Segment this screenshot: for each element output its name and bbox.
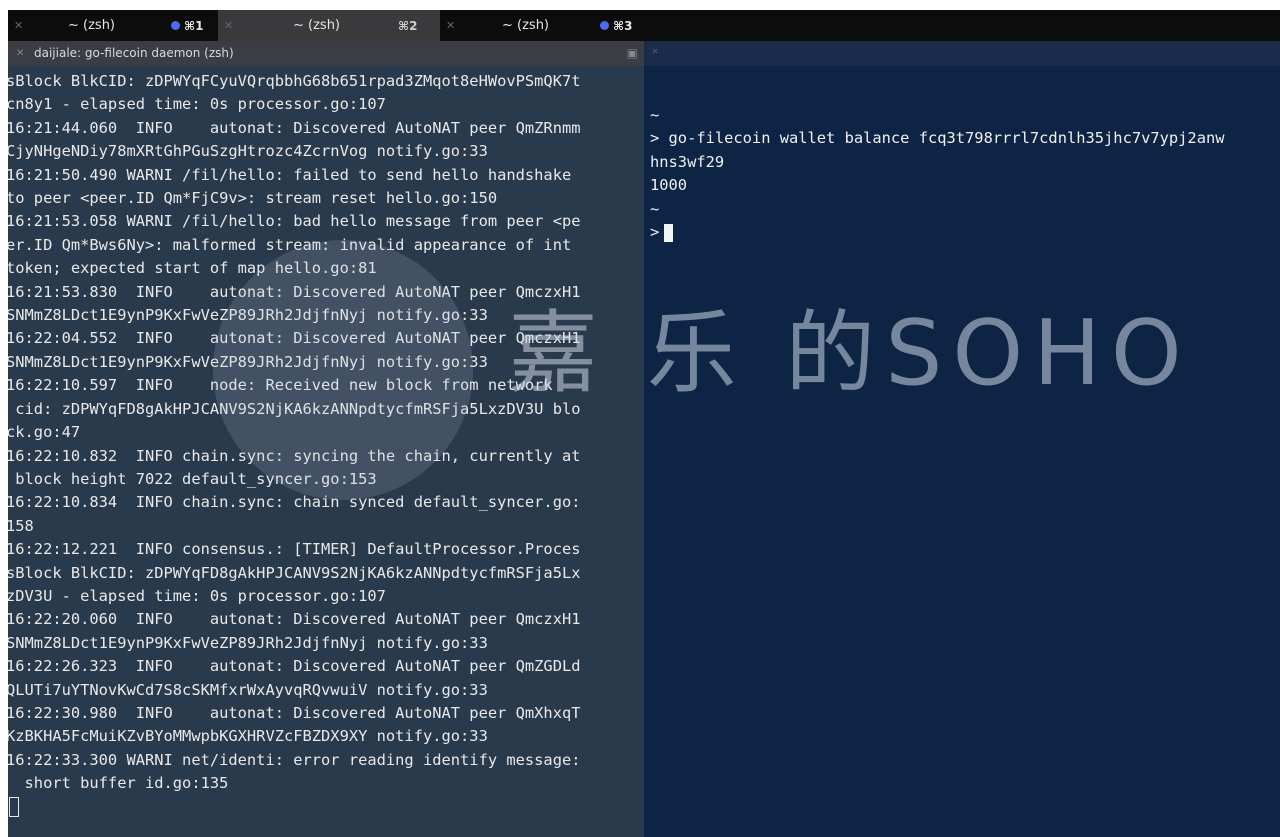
pane-title: daijiale: go-filecoin daemon (zsh) bbox=[34, 46, 234, 60]
output-line: hns3wf29 bbox=[650, 152, 725, 171]
shell-output: ~ > go-filecoin wallet balance fcq3t798r… bbox=[650, 104, 1225, 244]
prompt-line[interactable]: > bbox=[650, 221, 1225, 244]
prompt-symbol: > bbox=[650, 223, 660, 242]
log-line: KzBKHA5FcMuiKZvBYoMMwpbKGXHRVZcFBZDX9XY … bbox=[8, 727, 488, 746]
log-line: cn8y1 - elapsed time: 0s processor.go:10… bbox=[8, 95, 386, 114]
log-output: sBlock BlkCID: zDPWYqFCyuVQrqbbhG68b651r… bbox=[8, 70, 581, 819]
log-line: CjyNHgeNDiy78mXRtGhPGuSzgHtrozc4ZcrnVog … bbox=[8, 142, 488, 161]
activity-dot-icon bbox=[600, 21, 609, 30]
log-line: SNMmZ8LDct1E9ynP9KxFwVeZP89JRh2JdjfnNyj … bbox=[8, 306, 488, 325]
tab-title: ~ (zsh) bbox=[68, 18, 116, 33]
log-line: SNMmZ8LDct1E9ynP9KxFwVeZP89JRh2JdjfnNyj … bbox=[8, 633, 488, 652]
tab-title: ~ (zsh) bbox=[293, 18, 341, 33]
log-line: 158 bbox=[8, 516, 34, 535]
text-cursor bbox=[9, 797, 19, 818]
log-line: 16:22:30.980 INFO autonat: Discovered Au… bbox=[8, 703, 581, 722]
cursor-line bbox=[8, 796, 581, 819]
close-icon[interactable]: ✕ bbox=[16, 41, 24, 66]
log-line: 16:22:33.300 WARNI net/identi: error rea… bbox=[8, 750, 581, 769]
close-icon[interactable]: ✕ bbox=[224, 19, 233, 32]
tab-2[interactable]: ✕ ~ (zsh) ⌘2 bbox=[218, 10, 440, 41]
log-line: block height 7022 default_syncer.go:153 bbox=[8, 469, 377, 488]
log-line: QLUTi7uYTNovKwCd7S8cSKMfxrWxAyvqRQvwuiV … bbox=[8, 680, 488, 699]
tab-1[interactable]: ✕ ~ (zsh) ⌘1 bbox=[8, 10, 218, 41]
tab-shortcut: ⌘3 bbox=[613, 18, 633, 33]
close-icon[interactable]: ✕ bbox=[652, 46, 658, 57]
tab-title: ~ (zsh) bbox=[502, 18, 550, 33]
log-line: 16:21:53.058 WARNI /fil/hello: bad hello… bbox=[8, 212, 581, 231]
maximize-icon[interactable]: ▣ bbox=[627, 41, 638, 66]
log-line: to peer <peer.ID Qm*FjC9v>: stream reset… bbox=[8, 189, 498, 208]
log-line: short buffer id.go:135 bbox=[8, 774, 229, 793]
log-line: 16:22:20.060 INFO autonat: Discovered Au… bbox=[8, 610, 581, 629]
log-line: 16:22:26.323 INFO autonat: Discovered Au… bbox=[8, 657, 581, 676]
log-line: token; expected start of map hello.go:81 bbox=[8, 259, 377, 278]
activity-dot-icon bbox=[171, 21, 180, 30]
log-line: 16:21:53.830 INFO autonat: Discovered Au… bbox=[8, 282, 581, 301]
log-line: 16:22:10.597 INFO node: Received new blo… bbox=[8, 376, 553, 395]
tab-shortcut: ⌘1 bbox=[184, 18, 204, 33]
balance-value: 1000 bbox=[650, 176, 688, 195]
left-terminal-pane[interactable]: sBlock BlkCID: zDPWYqFCyuVQrqbbhG68b651r… bbox=[8, 66, 644, 837]
tab-3[interactable]: ✕ ~ (zsh) ⌘3 bbox=[440, 10, 652, 41]
output-line: ~ bbox=[650, 199, 660, 218]
text-cursor bbox=[664, 223, 674, 242]
log-line: 16:22:10.832 INFO chain.sync: syncing th… bbox=[8, 446, 581, 465]
log-line: 16:21:44.060 INFO autonat: Discovered Au… bbox=[8, 118, 581, 137]
tab-shortcut: ⌘2 bbox=[398, 18, 418, 33]
log-line: sBlock BlkCID: zDPWYqFCyuVQrqbbhG68b651r… bbox=[8, 72, 581, 90]
left-pane-header[interactable]: ✕ daijiale: go-filecoin daemon (zsh) ▣ bbox=[8, 41, 644, 66]
close-icon[interactable]: ✕ bbox=[14, 19, 23, 32]
log-line: ck.go:47 bbox=[8, 423, 81, 442]
log-line: 16:22:10.834 INFO chain.sync: chain sync… bbox=[8, 493, 581, 512]
tab-bar: ✕ ~ (zsh) ⌘1 ✕ ~ (zsh) ⌘2 ✕ ~ (zsh) ⌘3 bbox=[8, 10, 1280, 41]
output-line: ~ bbox=[650, 106, 660, 124]
log-line: 16:21:50.490 WARNI /fil/hello: failed to… bbox=[8, 165, 572, 184]
right-terminal-pane[interactable]: ~ > go-filecoin wallet balance fcq3t798r… bbox=[644, 66, 1280, 837]
close-icon[interactable]: ✕ bbox=[446, 19, 455, 32]
log-line: 16:22:04.552 INFO autonat: Discovered Au… bbox=[8, 329, 581, 348]
log-line: er.ID Qm*Bws6Ny>: malformed stream: inva… bbox=[8, 235, 572, 254]
log-line: 16:22:12.221 INFO consensus.: [TIMER] De… bbox=[8, 540, 581, 559]
log-line: sBlock BlkCID: zDPWYqFD8gAkHPJCANV9S2NjK… bbox=[8, 563, 581, 582]
log-line: SNMmZ8LDct1E9ynP9KxFwVeZP89JRh2JdjfnNyj … bbox=[8, 352, 488, 371]
tab-bar-empty bbox=[652, 10, 1280, 41]
terminal-window: ✕ ~ (zsh) ⌘1 ✕ ~ (zsh) ⌘2 ✕ ~ (zsh) ⌘3 ✕… bbox=[8, 10, 1280, 837]
command-line: > go-filecoin wallet balance fcq3t798rrr… bbox=[650, 129, 1225, 148]
right-pane-header[interactable]: ✕ bbox=[644, 41, 1280, 66]
log-line: cid: zDPWYqFD8gAkHPJCANV9S2NjKA6kzANNpdt… bbox=[8, 399, 581, 418]
log-line: zDV3U - elapsed time: 0s processor.go:10… bbox=[8, 586, 386, 605]
